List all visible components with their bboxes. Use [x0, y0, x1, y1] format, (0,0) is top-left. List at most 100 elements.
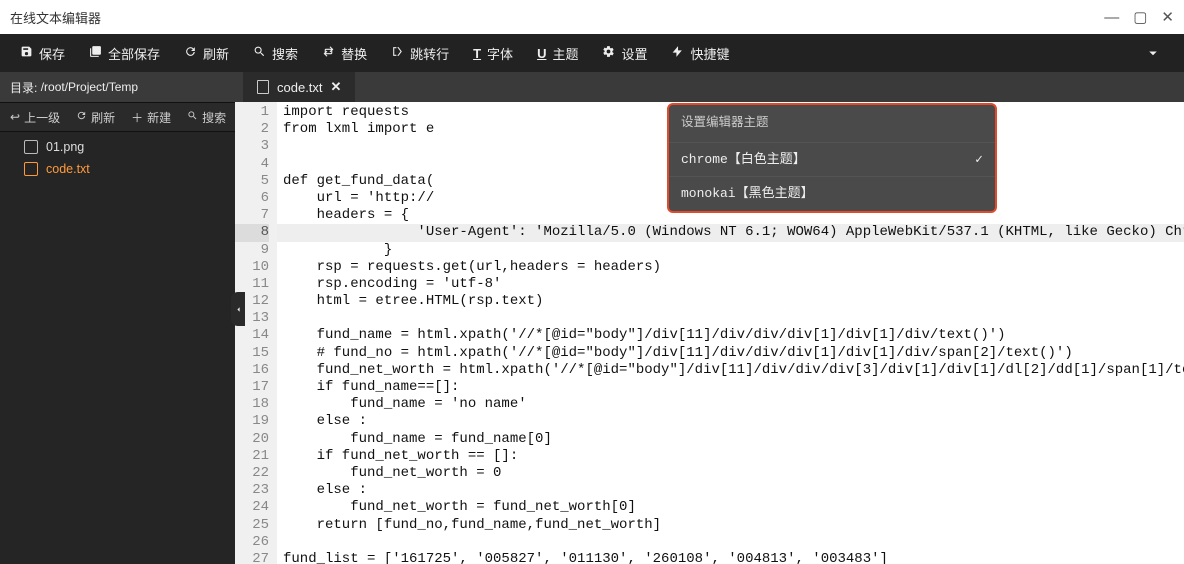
search-button[interactable]: 搜索 — [241, 34, 310, 72]
code-line[interactable]: # fund_no = html.xpath('//*[@id="body"]/… — [277, 345, 1184, 362]
sidebar-search-label: 搜索 — [202, 109, 226, 126]
line-number: 6 — [235, 190, 269, 207]
sidebar-search-button[interactable]: 搜索 — [179, 103, 234, 131]
file-item[interactable]: code.txt — [0, 158, 235, 180]
line-number: 19 — [235, 413, 269, 430]
line-number: 18 — [235, 396, 269, 413]
replace-icon — [322, 45, 335, 61]
replace-label: 替换 — [341, 44, 367, 63]
line-number: 23 — [235, 482, 269, 499]
sidebar-new-button[interactable]: ＋ 新建 — [123, 103, 179, 131]
code-line[interactable] — [277, 310, 1184, 327]
editor-pane: code.txt ✕ 12345678910111213141516171819… — [235, 72, 1184, 564]
line-number: 2 — [235, 121, 269, 138]
main-toolbar: 保存 全部保存 刷新 搜索 替换 跳转行 T 字体 U 主题 — [0, 34, 1184, 72]
code-line[interactable]: } — [277, 242, 1184, 259]
font-icon: T — [473, 46, 481, 61]
font-label: 字体 — [487, 44, 513, 63]
settings-icon — [602, 45, 615, 61]
theme-option[interactable]: chrome【白色主题】✓ — [669, 142, 995, 176]
line-number: 14 — [235, 327, 269, 344]
sidebar-refresh-label: 刷新 — [91, 109, 115, 126]
plus-icon: ＋ — [131, 109, 143, 126]
sidebar-up-button[interactable]: ↩ 上一级 — [0, 103, 68, 131]
refresh-icon — [76, 110, 87, 124]
theme-button[interactable]: U 主题 — [525, 34, 590, 72]
code-editor[interactable]: 1234567891011121314151617181920212223242… — [235, 102, 1184, 564]
code-line[interactable]: fund_name = 'no name' — [277, 396, 1184, 413]
file-item[interactable]: 01.png — [0, 136, 235, 158]
code-line[interactable]: fund_net_worth = fund_net_worth[0] — [277, 499, 1184, 516]
file-name: code.txt — [46, 162, 90, 176]
title-bar: 在线文本编辑器 — ▢ ✕ — [0, 0, 1184, 34]
replace-button[interactable]: 替换 — [310, 34, 379, 72]
maximize-button[interactable]: ▢ — [1133, 8, 1147, 26]
line-number: 21 — [235, 448, 269, 465]
line-number: 3 — [235, 138, 269, 155]
settings-button[interactable]: 设置 — [590, 34, 659, 72]
code-line[interactable] — [277, 534, 1184, 551]
line-number: 22 — [235, 465, 269, 482]
code-line[interactable]: else : — [277, 413, 1184, 430]
code-line[interactable]: rsp.encoding = 'utf-8' — [277, 276, 1184, 293]
line-number: 7 — [235, 207, 269, 224]
tab-filename: code.txt — [277, 80, 323, 95]
code-line[interactable]: fund_net_worth = html.xpath('//*[@id="bo… — [277, 362, 1184, 379]
sidebar-up-label: 上一级 — [24, 109, 60, 126]
font-button[interactable]: T 字体 — [461, 34, 525, 72]
line-number: 27 — [235, 551, 269, 564]
tab-close-icon[interactable]: ✕ — [331, 79, 342, 95]
line-number: 9 — [235, 242, 269, 259]
window-controls: — ▢ ✕ — [1104, 8, 1174, 26]
code-line[interactable]: fund_net_worth = 0 — [277, 465, 1184, 482]
toolbar-overflow[interactable] — [1130, 34, 1176, 72]
shortcuts-label: 快捷键 — [690, 44, 729, 63]
shortcuts-button[interactable]: 快捷键 — [659, 34, 741, 72]
theme-option-label: chrome【白色主题】 — [681, 151, 975, 168]
code-line[interactable]: fund_list = ['161725', '005827', '011130… — [277, 551, 1184, 564]
code-line[interactable]: return [fund_no,fund_name,fund_net_worth… — [277, 517, 1184, 534]
shortcuts-icon — [671, 45, 684, 61]
goto-line-label: 跳转行 — [410, 44, 449, 63]
code-line[interactable]: else : — [277, 482, 1184, 499]
line-number: 10 — [235, 259, 269, 276]
editor-tab[interactable]: code.txt ✕ — [243, 72, 355, 102]
sidebar-refresh-button[interactable]: 刷新 — [68, 103, 123, 131]
code-line[interactable]: fund_name = html.xpath('//*[@id="body"]/… — [277, 327, 1184, 344]
close-button[interactable]: ✕ — [1161, 8, 1174, 26]
code-line[interactable]: 'User-Agent': 'Mozilla/5.0 (Windows NT 6… — [277, 224, 1184, 241]
goto-line-button[interactable]: 跳转行 — [379, 34, 461, 72]
sidebar-collapse-handle[interactable] — [231, 292, 245, 326]
code-line[interactable]: rsp = requests.get(url,headers = headers… — [277, 259, 1184, 276]
tab-strip: code.txt ✕ — [235, 72, 1184, 102]
refresh-label: 刷新 — [203, 44, 229, 63]
theme-menu-title: 设置编辑器主题 — [669, 105, 995, 142]
line-number: 1 — [235, 104, 269, 121]
refresh-button[interactable]: 刷新 — [172, 34, 241, 72]
line-number: 24 — [235, 499, 269, 516]
line-number: 11 — [235, 276, 269, 293]
line-number: 16 — [235, 362, 269, 379]
file-list: 01.png code.txt — [0, 132, 235, 564]
search-icon — [253, 45, 266, 61]
code-line[interactable]: if fund_name==[]: — [277, 379, 1184, 396]
search-label: 搜索 — [272, 44, 298, 63]
goto-line-icon — [391, 45, 404, 61]
save-icon — [20, 45, 33, 61]
code-line[interactable]: html = etree.HTML(rsp.text) — [277, 293, 1184, 310]
save-button[interactable]: 保存 — [8, 34, 77, 72]
directory-bar: 目录: /root/Project/Temp — [0, 72, 235, 102]
line-number: 8 — [235, 224, 269, 241]
settings-label: 设置 — [621, 44, 647, 63]
code-line[interactable]: if fund_net_worth == []: — [277, 448, 1184, 465]
code-line[interactable]: fund_name = fund_name[0] — [277, 431, 1184, 448]
directory-path: /root/Project/Temp — [41, 80, 138, 94]
save-all-button[interactable]: 全部保存 — [77, 34, 172, 72]
minimize-button[interactable]: — — [1104, 9, 1119, 26]
theme-label: 主题 — [552, 44, 578, 63]
sidebar-toolbar: ↩ 上一级 刷新 ＋ 新建 搜索 — [0, 102, 235, 132]
theme-option-label: monokai【黑色主题】 — [681, 185, 983, 202]
document-icon — [257, 80, 269, 94]
theme-option[interactable]: monokai【黑色主题】 — [669, 176, 995, 210]
save-all-label: 全部保存 — [108, 44, 160, 63]
